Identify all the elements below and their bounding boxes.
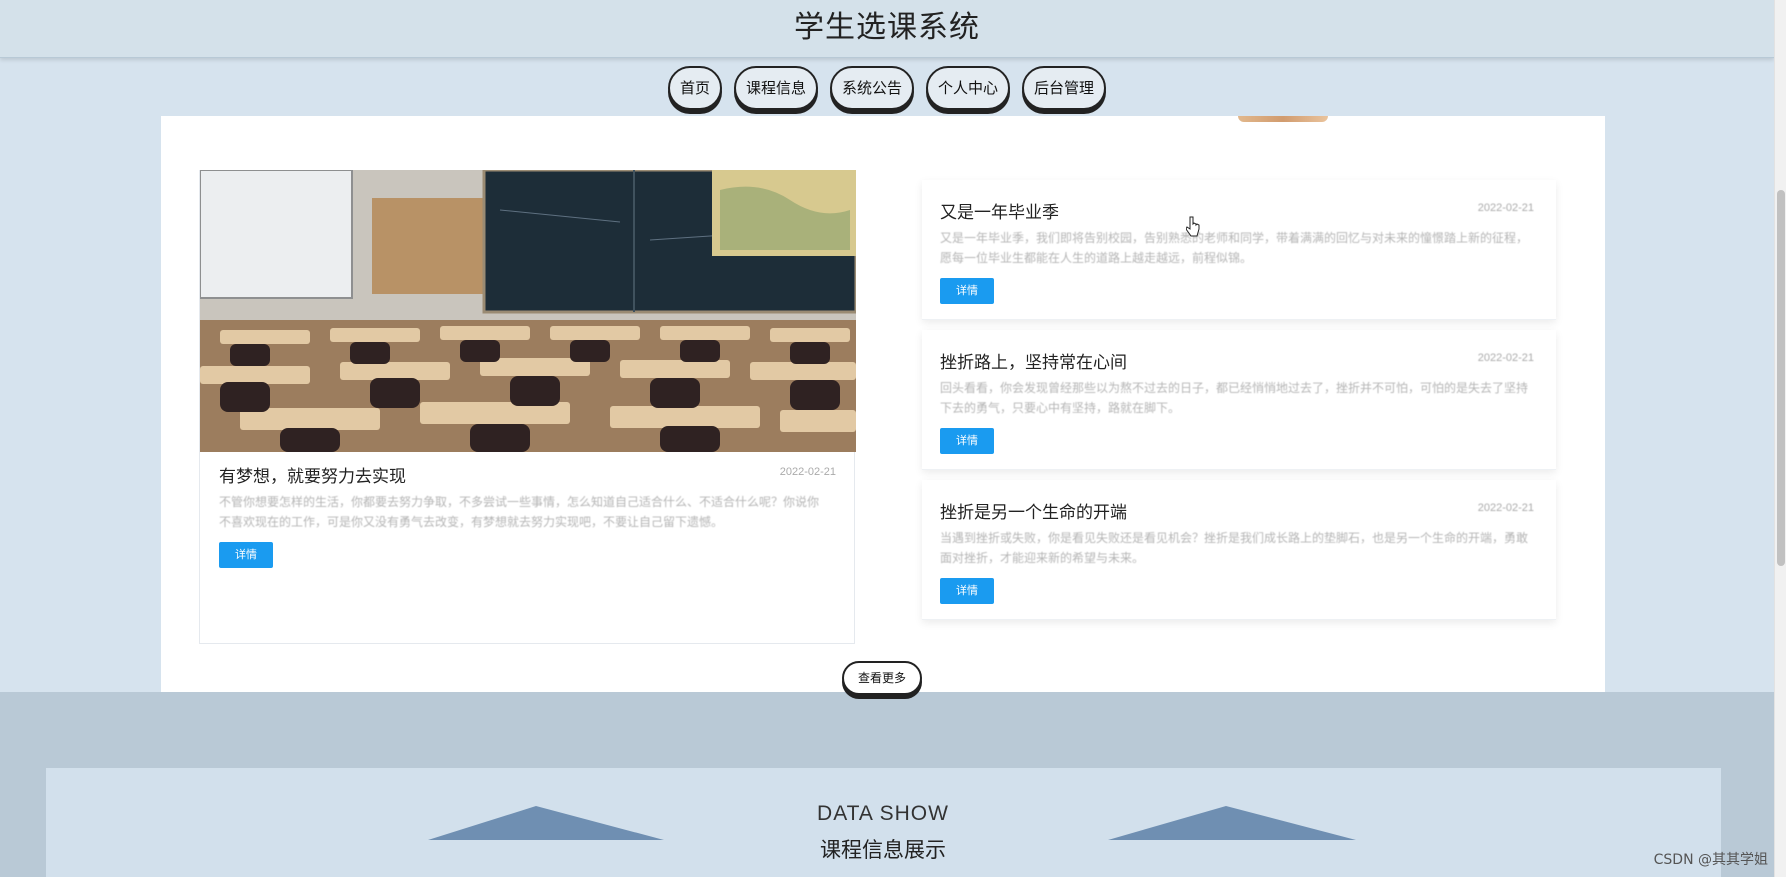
nav-home[interactable]: 首页 (667, 66, 722, 110)
view-more-button[interactable]: 查看更多 (842, 661, 922, 695)
news-item[interactable]: 又是一年毕业季 2022-02-21 又是一年毕业季，我们即将告别校园，告别熟悉… (922, 180, 1556, 320)
featured-news-card[interactable]: 有梦想，就要努力去实现 2022-02-21 不管你想要怎样的生活，你都要去努力… (199, 170, 856, 644)
classroom-image (200, 170, 856, 452)
news-detail-button[interactable]: 详情 (940, 278, 994, 304)
news-item[interactable]: 挫折是另一个生命的开端 2022-02-21 当遇到挫折或失败，你是看见失败还是… (922, 480, 1556, 620)
news-detail-button[interactable]: 详情 (940, 578, 994, 604)
scrollbar-thumb[interactable] (1777, 190, 1785, 566)
news-title[interactable]: 又是一年毕业季 (940, 198, 1059, 223)
nav-personal-center[interactable]: 个人中心 (926, 66, 1011, 110)
featured-news-excerpt: 不管你想要怎样的生活，你都要去努力争取，不多尝试一些事情，怎么知道自己适合什么、… (219, 495, 820, 529)
news-title[interactable]: 挫折是另一个生命的开端 (940, 498, 1127, 523)
featured-news-title[interactable]: 有梦想，就要努力去实现 (219, 462, 406, 487)
nav-admin[interactable]: 后台管理 (1022, 66, 1107, 110)
featured-news-date: 2022-02-21 (779, 466, 836, 478)
csdn-watermark: CSDN @其其学姐 (1653, 852, 1768, 868)
site-title: 学生选课系统 (794, 10, 980, 45)
nav-announcements[interactable]: 系统公告 (829, 66, 914, 110)
news-detail-button[interactable]: 详情 (940, 428, 994, 454)
data-show-title-cn: 课程信息展示 (820, 838, 946, 862)
news-excerpt: 回头看看，你会发现曾经那些以为熬不过去的日子，都已经悄悄地过去了，挫折并不可怕，… (940, 381, 1529, 415)
data-show-title-en: DATA SHOW (817, 802, 949, 825)
news-date: 2022-02-21 (1477, 202, 1534, 214)
featured-detail-button[interactable]: 详情 (219, 542, 273, 568)
news-item[interactable]: 挫折路上，坚持常在心间 2022-02-21 回头看看，你会发现曾经那些以为熬不… (922, 330, 1556, 470)
main-nav: 首页 课程信息 系统公告 个人中心 后台管理 (0, 66, 1774, 110)
decorative-image-edge (1238, 116, 1328, 122)
news-date: 2022-02-21 (1477, 502, 1534, 514)
news-title[interactable]: 挫折路上，坚持常在心间 (940, 348, 1127, 373)
news-date: 2022-02-21 (1477, 352, 1534, 364)
page-scrollbar[interactable] (1774, 0, 1786, 877)
nav-course-info[interactable]: 课程信息 (733, 66, 818, 110)
mouse-cursor-icon (1186, 216, 1200, 237)
news-excerpt: 又是一年毕业季，我们即将告别校园，告别熟悉的老师和同学，带着满满的回忆与对未来的… (940, 231, 1529, 265)
site-header: 学生选课系统 (0, 0, 1774, 58)
news-excerpt: 当遇到挫折或失败，你是看见失败还是看见机会？挫折是我们成长路上的垫脚石，也是另一… (940, 531, 1529, 565)
